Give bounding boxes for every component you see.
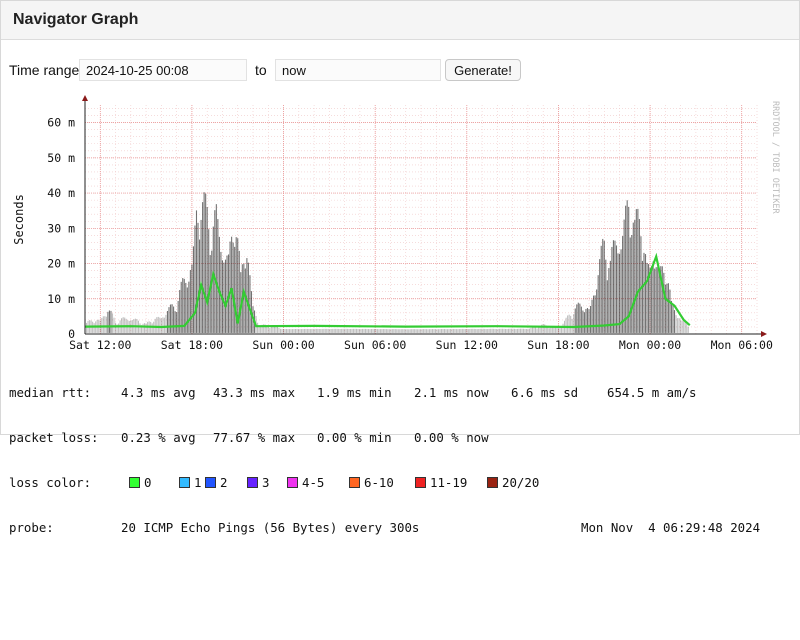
loss-legend-text: 11-19 <box>430 475 468 490</box>
loss-legend-text: 20/20 <box>502 475 540 490</box>
x-axis-arrow <box>761 331 767 337</box>
loss-swatch <box>179 477 190 488</box>
loss-legend-item: 2 <box>205 475 227 490</box>
y-axis-label: Seconds <box>12 194 26 245</box>
loss-swatch <box>205 477 216 488</box>
loss-legend-item: 1 <box>179 475 201 490</box>
median-rtt-ams: 654.5 m am/s <box>607 385 697 400</box>
y-axis-arrow <box>82 95 88 101</box>
median-rtt-sd: 6.6 ms sd <box>511 385 579 400</box>
y-tick-label: 60 m <box>47 116 75 130</box>
y-tick-label: 40 m <box>47 186 75 200</box>
probe-text: 20 ICMP Echo Pings (56 Bytes) every 300s <box>121 520 420 535</box>
probe-timestamp: Mon Nov 4 06:29:48 2024 <box>581 520 761 535</box>
x-tick-label: Sun 18:00 <box>527 338 589 352</box>
rrdtool-watermark: RRDTOOL / TOBI OETIKER <box>770 101 780 214</box>
median-rtt-max: 43.3 ms max <box>213 385 296 400</box>
loss-legend-item: 3 <box>247 475 269 490</box>
loss-legend-item: 11-19 <box>415 475 467 490</box>
loss-color-legend: loss color: 0 1 2 3 4-5 6-10 11-19 20/20 <box>9 475 799 490</box>
loss-legend-text: 6-10 <box>364 475 394 490</box>
loss-legend-text: 1 <box>194 475 202 490</box>
packet-loss-avg: 0.23 % avg <box>121 430 196 445</box>
y-tick-label: 0 <box>68 327 75 341</box>
median-rtt-line: median rtt: 4.3 ms avg 43.3 ms max 1.9 m… <box>9 385 799 400</box>
y-tick-label: 30 m <box>47 221 75 235</box>
loss-swatch <box>247 477 258 488</box>
x-tick-label: Mon 00:00 <box>619 338 681 352</box>
loss-legend-item: 4-5 <box>287 475 324 490</box>
y-tick-label: 20 m <box>47 257 75 271</box>
loss-swatch <box>287 477 298 488</box>
x-tick-label: Sun 06:00 <box>344 338 406 352</box>
loss-legend-text: 0 <box>144 475 152 490</box>
median-rtt-min: 1.9 ms min <box>317 385 392 400</box>
median-rtt-label: median rtt: <box>9 385 92 400</box>
x-tick-label: Sun 00:00 <box>252 338 314 352</box>
median-rtt-avg: 4.3 ms avg <box>121 385 196 400</box>
loss-legend-text: 2 <box>220 475 228 490</box>
loss-legend-item: 20/20 <box>487 475 539 490</box>
graph-panel: Navigator Graph Time range: to Generate!… <box>0 0 800 535</box>
loss-legend-item: 6-10 <box>349 475 394 490</box>
packet-loss-now: 0.00 % now <box>414 430 489 445</box>
y-tick-label: 50 m <box>47 151 75 165</box>
packet-loss-label: packet loss: <box>9 430 99 445</box>
x-tick-label: Sun 12:00 <box>436 338 498 352</box>
loss-swatch <box>129 477 140 488</box>
loss-swatch <box>415 477 426 488</box>
latency-chart: Sat 12:00 Sat 18:00 Sun 00:00 Sun 06:00 Sun … <box>12 95 780 352</box>
loss-legend-item: 0 <box>129 475 151 490</box>
probe-line: probe: 20 ICMP Echo Pings (56 Bytes) eve… <box>9 520 799 535</box>
loss-legend-text: 3 <box>262 475 270 490</box>
loss-swatch <box>349 477 360 488</box>
y-tick-label: 10 m <box>47 292 75 306</box>
loss-swatch <box>487 477 498 488</box>
stats-block: median rtt: 4.3 ms avg 43.3 ms max 1.9 m… <box>9 355 799 565</box>
packet-loss-max: 77.67 % max <box>213 430 296 445</box>
x-tick-label: Sat 18:00 <box>161 338 223 352</box>
loss-color-label: loss color: <box>9 475 92 490</box>
probe-label: probe: <box>9 520 54 535</box>
x-tick-label: Mon 06:00 <box>711 338 773 352</box>
packet-loss-line: packet loss: 0.23 % avg 77.67 % max 0.00… <box>9 430 799 445</box>
loss-legend-text: 4-5 <box>302 475 325 490</box>
x-tick-label: Sat 12:00 <box>69 338 131 352</box>
packet-loss-min: 0.00 % min <box>317 430 392 445</box>
median-rtt-now: 2.1 ms now <box>414 385 489 400</box>
